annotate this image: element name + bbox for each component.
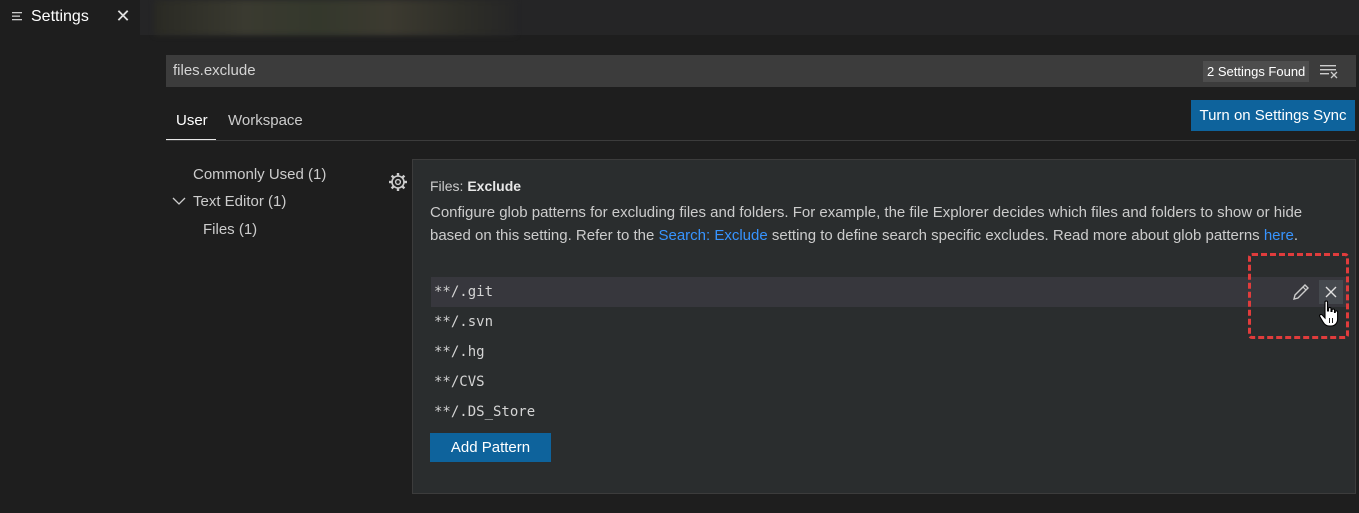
editor-tab-bar: Settings ✕	[0, 0, 1359, 35]
pattern-value: **/.svn	[434, 314, 494, 330]
tab-title: Settings	[31, 8, 89, 25]
list-item[interactable]: **/.DS_Store	[431, 397, 1349, 427]
setting-category: Files:	[430, 178, 468, 194]
hand-cursor-icon	[1319, 300, 1339, 327]
close-icon[interactable]: ✕	[114, 6, 132, 26]
tab-workspace[interactable]: Workspace	[228, 112, 303, 129]
list-item[interactable]: **/.hg	[431, 337, 1349, 367]
list-item[interactable]: **/CVS	[431, 367, 1349, 397]
clear-filter-icon[interactable]	[1319, 63, 1339, 79]
description-end: .	[1293, 227, 1299, 244]
pattern-value: **/.DS_Store	[434, 404, 536, 420]
settings-search-box: 2 Settings Found	[166, 55, 1356, 87]
description-text-2: setting to define search specific exclud…	[767, 227, 1264, 244]
tab-user[interactable]: User	[176, 112, 208, 129]
settings-lines-icon	[12, 12, 22, 21]
here-link[interactable]: here	[1264, 227, 1294, 244]
pattern-list: **/.git **/.svn **/.hg **/CVS **/.DS_Sto…	[431, 277, 1349, 427]
results-count-badge: 2 Settings Found	[1203, 61, 1310, 82]
toc-item-commonly-used[interactable]: Commonly Used (1)	[193, 166, 326, 183]
search-exclude-link[interactable]: Search: Exclude	[658, 227, 767, 244]
active-tab-indicator	[166, 139, 216, 140]
settings-tab[interactable]: Settings ✕	[0, 0, 140, 35]
pattern-value: **/.git	[434, 284, 494, 300]
chevron-down-icon[interactable]	[172, 195, 186, 207]
search-input[interactable]	[173, 55, 1073, 87]
add-pattern-button[interactable]: Add Pattern	[430, 433, 551, 462]
pattern-value: **/.hg	[434, 344, 485, 360]
toc-item-text-editor[interactable]: Text Editor (1)	[193, 193, 286, 210]
blurred-tab-area	[155, 0, 515, 35]
settings-scope-tabs: User Workspace	[166, 100, 1356, 141]
list-item[interactable]: **/.git	[431, 277, 1349, 307]
setting-title: Files: Exclude	[430, 178, 521, 194]
gear-icon[interactable]	[388, 172, 408, 192]
pattern-value: **/CVS	[434, 374, 485, 390]
turn-on-settings-sync-button[interactable]: Turn on Settings Sync	[1191, 100, 1355, 131]
toc-item-files[interactable]: Files (1)	[203, 221, 257, 238]
list-item[interactable]: **/.svn	[431, 307, 1349, 337]
setting-description: Configure glob patterns for excluding fi…	[430, 201, 1345, 247]
setting-files-exclude: Files: Exclude Configure glob patterns f…	[412, 159, 1356, 494]
setting-name: Exclude	[467, 178, 522, 194]
